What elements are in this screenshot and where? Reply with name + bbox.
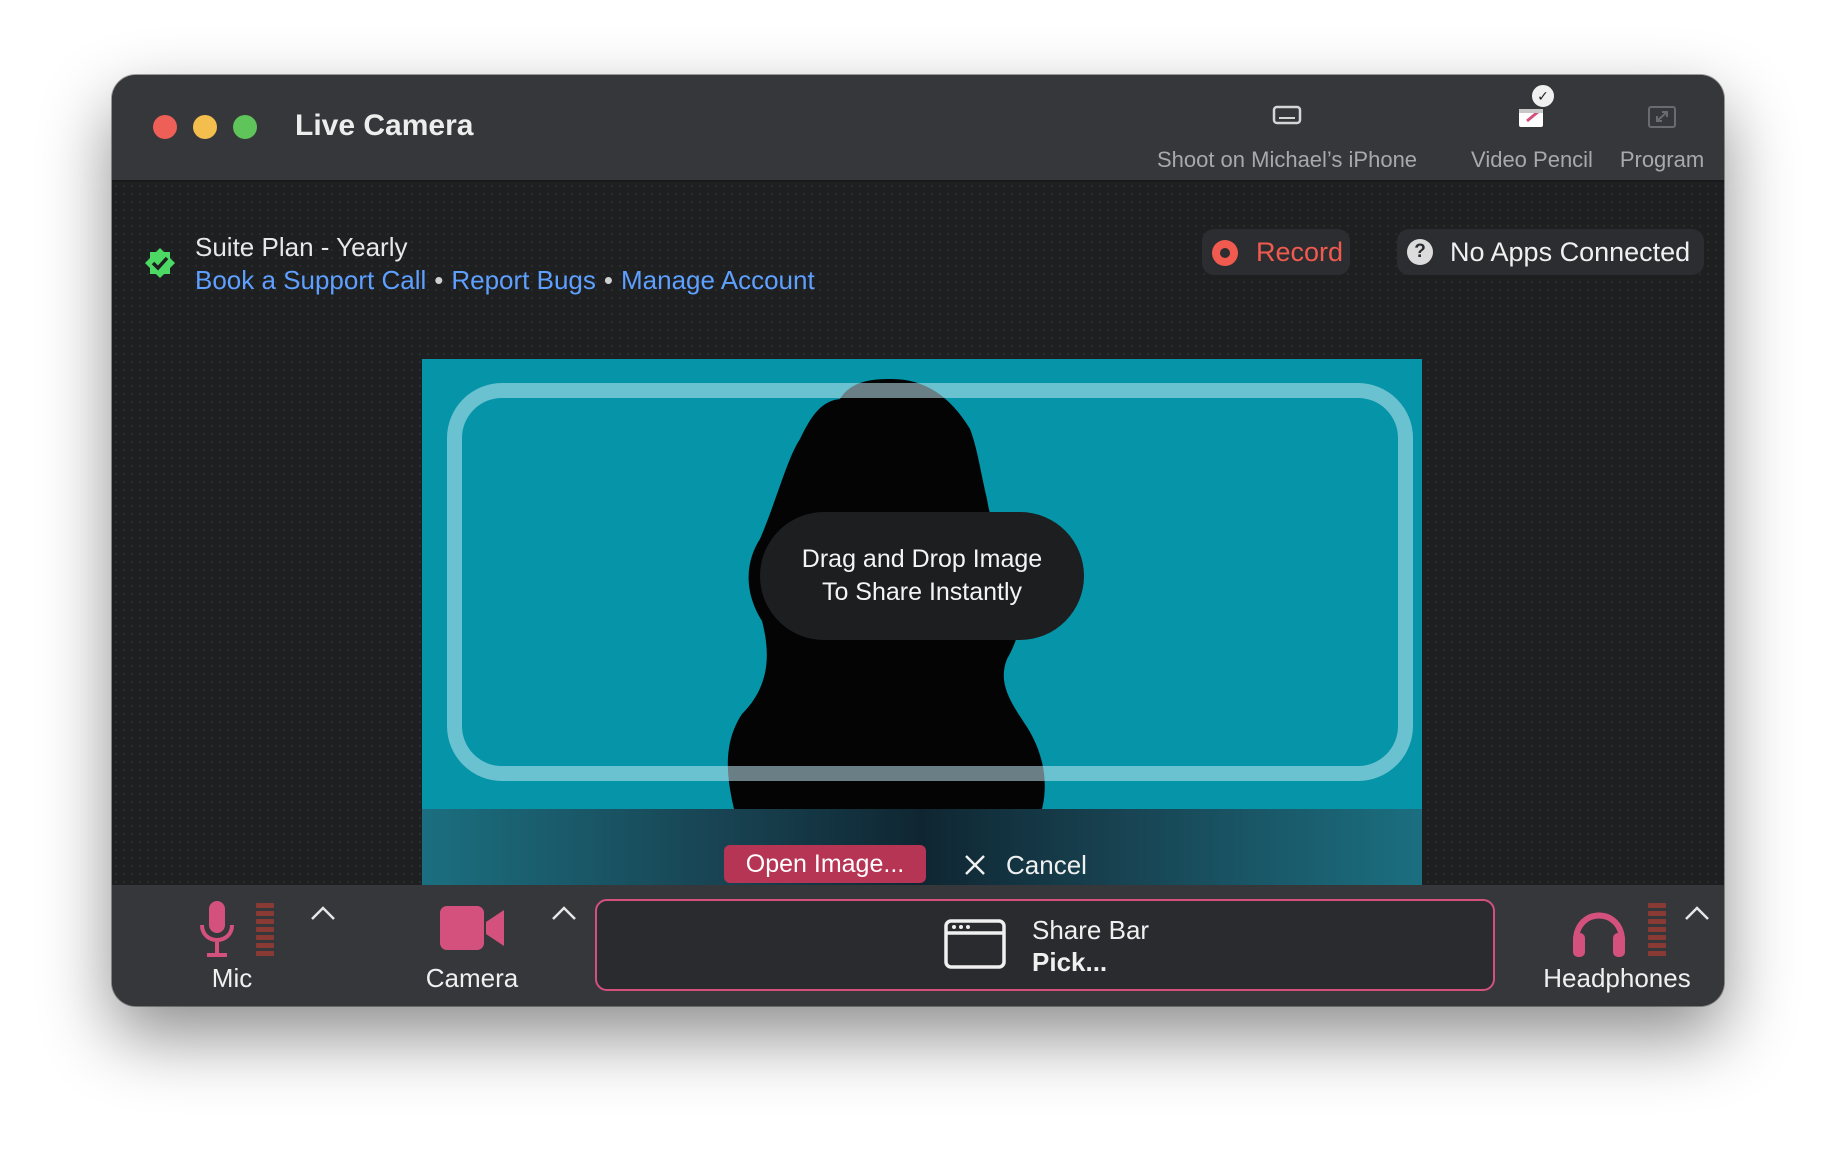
record-icon (1212, 240, 1238, 266)
shoot-on-iphone-button[interactable]: Shoot on Michael’s iPhone (1142, 95, 1432, 175)
share-bar-picker[interactable]: Share Bar Pick... (595, 899, 1495, 991)
link-separator: • (434, 265, 444, 295)
headphones-icon (1573, 903, 1666, 957)
close-window-button[interactable] (153, 115, 177, 139)
title-bar: Live Camera Shoot on Michael’s iPhone Vi… (112, 75, 1724, 182)
video-pencil-label: Video Pencil (1471, 147, 1593, 172)
microphone-icon (200, 901, 274, 957)
checkmark-badge-icon: ✓ (1530, 83, 1556, 109)
program-button[interactable]: Program (1602, 95, 1722, 175)
video-camera-icon (440, 906, 504, 950)
program-label: Program (1619, 147, 1705, 172)
display-icon (1272, 105, 1302, 125)
verified-check-icon (145, 248, 175, 278)
share-bar-title: Share Bar (1032, 915, 1150, 945)
connected-apps-button[interactable]: ? No Apps Connected (1397, 229, 1704, 275)
mic-control[interactable]: Mic (172, 885, 292, 1006)
drop-zone-message: Drag and Drop Image To Share Instantly (760, 512, 1084, 640)
account-links: Book a Support Call • Report Bugs • Manage A… (195, 265, 815, 296)
chevron-up-icon[interactable] (551, 905, 577, 921)
share-bar-subtitle: Pick... (1032, 947, 1108, 977)
plan-name: Suite Plan - Yearly (195, 232, 408, 262)
camera-control[interactable]: Camera (402, 885, 542, 1006)
expand-icon (1648, 106, 1676, 128)
question-icon: ? (1407, 239, 1433, 265)
book-support-call-link[interactable]: Book a Support Call (195, 265, 426, 295)
record-label: Record (1256, 237, 1344, 267)
camera-preview[interactable]: Drag and Drop Image To Share Instantly O… (422, 359, 1422, 921)
zoom-window-button[interactable] (233, 115, 257, 139)
headphones-label: Headphones (1543, 963, 1691, 993)
close-icon (965, 855, 985, 875)
link-separator: • (603, 265, 613, 295)
drop-message-line-1: Drag and Drop Image (801, 545, 1043, 573)
app-window: Live Camera Shoot on Michael’s iPhone Vi… (112, 75, 1724, 1006)
cancel-label: Cancel (1006, 850, 1087, 880)
record-button[interactable]: Record (1202, 229, 1350, 275)
bottom-control-bar: Mic Camera Share Bar Pick... Headphones (112, 885, 1724, 1006)
mic-label: Mic (211, 963, 253, 993)
report-bugs-link[interactable]: Report Bugs (451, 265, 596, 295)
window-icon (944, 919, 1006, 969)
apps-status-label: No Apps Connected (1450, 237, 1691, 267)
minimize-window-button[interactable] (193, 115, 217, 139)
chevron-up-icon[interactable] (1684, 905, 1710, 921)
camera-label: Camera (425, 963, 519, 993)
shoot-on-iphone-label: Shoot on Michael’s iPhone (1156, 147, 1418, 172)
drop-message-line-2: To Share Instantly (821, 578, 1023, 606)
video-pencil-button[interactable]: Video Pencil (1442, 95, 1622, 175)
chevron-up-icon[interactable] (310, 905, 336, 921)
headphones-control[interactable]: Headphones (1532, 885, 1702, 1006)
open-image-button[interactable]: Open Image... (724, 845, 926, 883)
manage-account-link[interactable]: Manage Account (621, 265, 815, 295)
main-content: Suite Plan - Yearly Book a Support Call •… (112, 182, 1724, 921)
window-title: Live Camera (295, 109, 474, 142)
